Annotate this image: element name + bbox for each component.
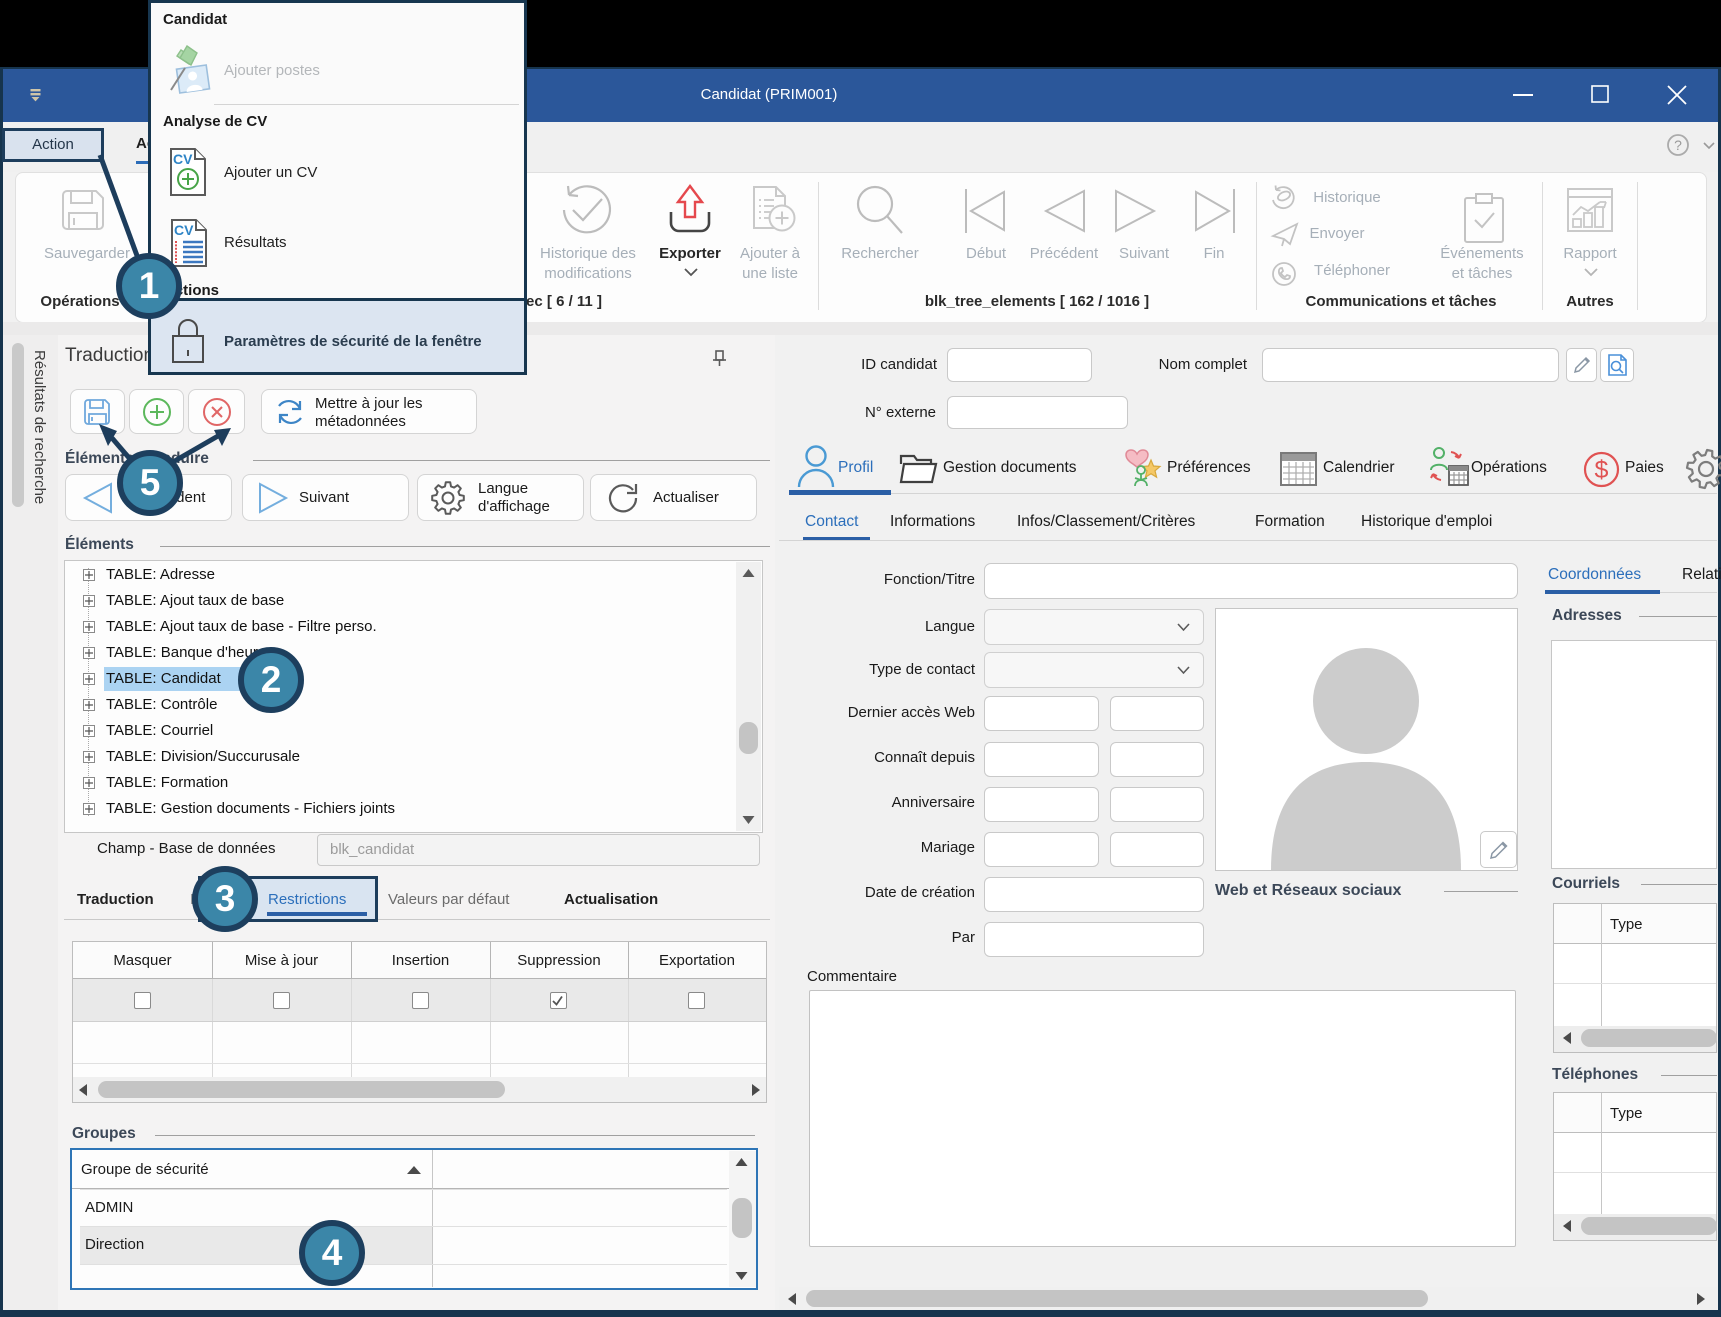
svg-text:$: $: [1595, 456, 1609, 484]
svg-text:CV: CV: [173, 151, 193, 167]
svg-text:?: ?: [1674, 137, 1682, 153]
svg-text:CV: CV: [174, 222, 194, 238]
